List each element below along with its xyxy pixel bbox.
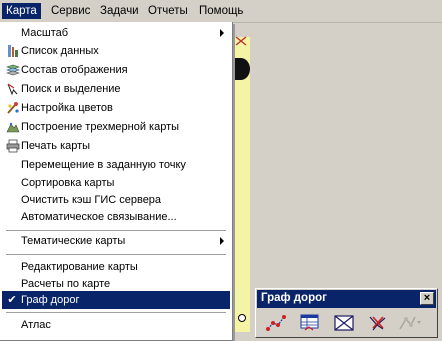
graph-table-icon: [300, 314, 319, 331]
menu-item-label: Редактирование карты: [21, 261, 138, 273]
menu-item-label: Перемещение в заданную точку: [21, 159, 186, 171]
menu-item-display-layers[interactable]: Состав отображения: [2, 61, 230, 79]
menu-servis[interactable]: Сервис: [47, 3, 94, 19]
graph-table-button[interactable]: [298, 312, 322, 334]
menu-bar: Карта Сервис Задачи Отчеты Помощь: [0, 0, 442, 23]
menu-separator: [6, 254, 226, 256]
map-canvas[interactable]: [232, 36, 250, 332]
menu-item-label: Тематические карты: [21, 235, 126, 247]
delete-graph-icon: [369, 316, 386, 331]
delete-graph-button[interactable]: [366, 312, 390, 334]
palette-icon: [7, 102, 19, 114]
map-point-marker: [238, 314, 246, 322]
menu-separator: [6, 312, 226, 314]
menu-karta[interactable]: Карта: [2, 3, 41, 19]
menu-item-label: Атлас: [21, 319, 51, 331]
map-feature: [232, 58, 250, 80]
checkmark-icon: ✔: [7, 294, 17, 306]
close-icon[interactable]: ×: [420, 292, 434, 305]
menu-item-auto-link[interactable]: Автоматическое связывание...: [2, 208, 230, 226]
menu-item-goto-point[interactable]: Перемещение в заданную точку: [2, 156, 230, 174]
menu-item-label: Поиск и выделение: [21, 83, 121, 95]
menu-item-label: Печать карты: [21, 140, 91, 152]
menu-item-3d-map[interactable]: Построение трехмерной карты: [2, 118, 230, 136]
layers-icon: [6, 64, 20, 76]
toolbar-title: Граф дорог: [261, 292, 327, 304]
menu-item-edit-map[interactable]: Редактирование карты: [2, 258, 230, 276]
menu-item-label: Список данных: [21, 45, 99, 57]
menu-item-label: Граф дорог: [21, 294, 80, 306]
menu-item-print-map[interactable]: Печать карты: [2, 137, 230, 155]
submenu-arrow-icon: [220, 237, 224, 245]
disabled-graph-tool-button: [396, 312, 421, 334]
menu-item-label: Настройка цветов: [21, 102, 113, 114]
menu-pomosh[interactable]: Помощь: [195, 3, 247, 19]
menu-item-label: Сортировка карты: [21, 177, 115, 189]
disabled-graph-tool-icon: [399, 316, 421, 330]
road-graph-toolbar: Граф дорог ×: [255, 288, 438, 338]
3d-map-icon: [6, 122, 20, 133]
menu-item-clear-cache[interactable]: Очистить кэш ГИС сервера: [2, 191, 230, 209]
menu-item-label: Автоматическое связывание...: [21, 211, 177, 223]
printer-icon: [6, 139, 20, 153]
menu-otchety[interactable]: Отчеты: [144, 3, 192, 19]
menu-item-label: Очистить кэш ГИС сервера: [21, 194, 162, 206]
menu-item-search-select[interactable]: Поиск и выделение: [2, 80, 230, 98]
envelope-graph-icon: [334, 315, 354, 331]
menu-item-road-graph[interactable]: ✔ Граф дорог: [2, 291, 230, 309]
map-corner-icon: [235, 36, 247, 46]
data-list-icon: [8, 45, 18, 57]
menu-item-label: Построение трехмерной карты: [21, 121, 180, 133]
menu-zadachi[interactable]: Задачи: [96, 3, 143, 19]
menu-item-thematic-maps[interactable]: Тематические карты: [2, 232, 230, 250]
menu-item-label: Состав отображения: [21, 64, 128, 76]
menu-item-masshtab[interactable]: Масштаб: [2, 24, 230, 42]
envelope-graph-button[interactable]: [332, 312, 356, 334]
submenu-arrow-icon: [220, 29, 224, 37]
menu-item-atlas[interactable]: Атлас: [2, 316, 230, 334]
graph-nodes-icon: [266, 315, 286, 331]
karta-menu-dropdown: Масштаб Список данных Состав отображения…: [0, 22, 233, 341]
menu-item-label: Масштаб: [21, 27, 69, 39]
menu-item-colors[interactable]: Настройка цветов: [2, 99, 230, 117]
toolbar-titlebar[interactable]: Граф дорог ×: [257, 290, 436, 308]
search-select-icon: [7, 83, 18, 96]
graph-nodes-button[interactable]: [264, 312, 288, 334]
menu-item-sort-map[interactable]: Сортировка карты: [2, 174, 230, 192]
menu-item-data-list[interactable]: Список данных: [2, 42, 230, 60]
